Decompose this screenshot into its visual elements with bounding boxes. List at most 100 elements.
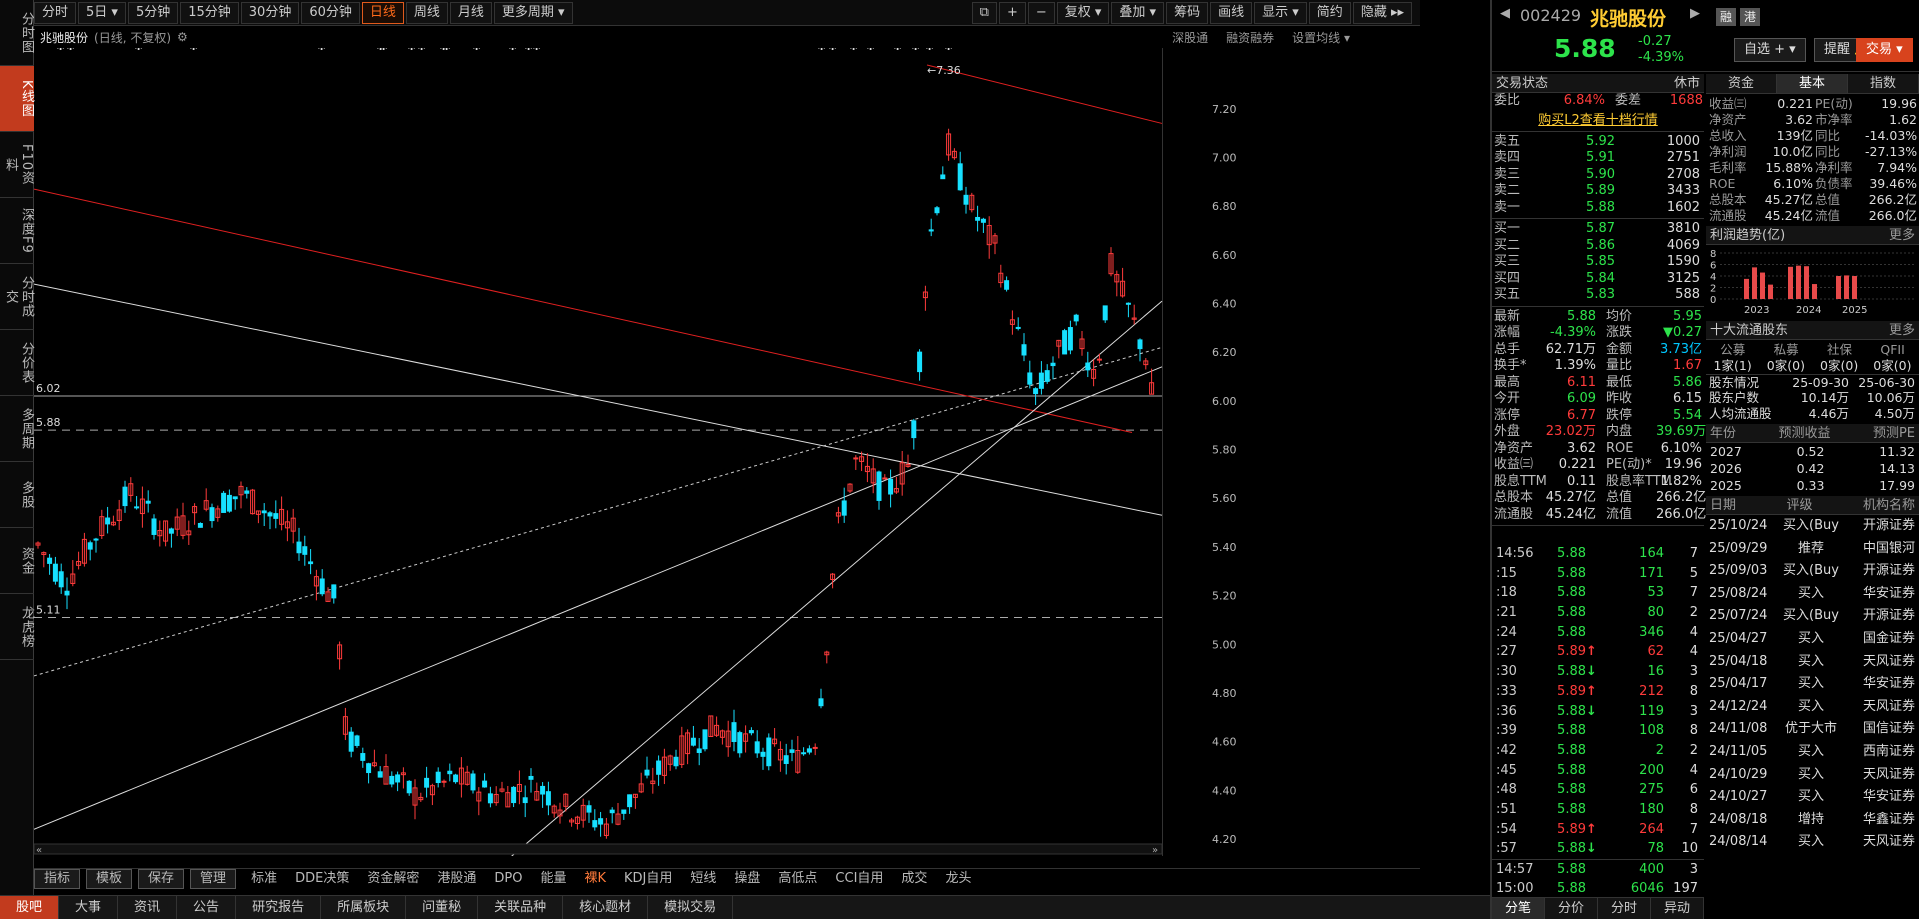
stat-label: ROE <box>1606 440 1634 456</box>
indicator-tab-9[interactable]: 能量 <box>531 870 575 888</box>
indicator-tab-0[interactable]: 指标 <box>34 868 81 889</box>
sidebar-item-4[interactable]: 分时成交 <box>0 264 34 330</box>
period-button-9[interactable]: 更多周期 ▾ <box>493 1 573 24</box>
toolbar-right-button-7[interactable]: 显示 ▾ <box>1254 2 1307 24</box>
toolbar-right-button-5[interactable]: 筹码 <box>1166 2 1209 24</box>
indicator-tab-17[interactable]: 龙头 <box>936 870 980 888</box>
nav-item-9[interactable]: 模拟交易 <box>648 895 734 919</box>
fund-tab-0[interactable]: 资金 <box>1706 74 1777 93</box>
candle <box>737 730 743 758</box>
candle <box>592 809 598 831</box>
period-button-6[interactable]: 日线 <box>361 1 404 24</box>
sidebar-item-0[interactable]: 分时图 <box>0 0 34 66</box>
candle <box>708 715 714 737</box>
sidebar-item-2[interactable]: F10资料 <box>0 132 34 198</box>
toolbar-right-button-6[interactable]: 画线 <box>1210 2 1253 24</box>
indicator-tab-8[interactable]: DPO <box>485 870 531 888</box>
period-button-1[interactable]: 5日 ▾ <box>78 1 126 24</box>
fund-tab-2[interactable]: 指数 <box>1848 74 1919 93</box>
indicator-tab-5[interactable]: DDE决策 <box>286 870 358 888</box>
stat-value: 6.10% <box>1660 440 1702 456</box>
candle <box>1114 270 1120 297</box>
tick-tab-3[interactable]: 异动 <box>1651 898 1704 919</box>
sidebar-item-9[interactable]: 龙虎榜 <box>0 594 34 660</box>
chart-header-link-0[interactable]: 深股通 <box>1172 29 1208 46</box>
indicator-tab-15[interactable]: CCI自用 <box>826 870 892 888</box>
toolbar-right-button-1[interactable]: + <box>998 2 1026 24</box>
fund-value: 1.62 <box>1889 112 1917 127</box>
fund-tab-1[interactable]: 基本 <box>1777 74 1848 93</box>
period-button-7[interactable]: 周线 <box>405 1 448 24</box>
sidebar-item-8[interactable]: 资金 <box>0 528 34 594</box>
candle <box>371 749 377 768</box>
period-button-0[interactable]: 分时 <box>34 1 77 24</box>
indicator-tab-11[interactable]: KDJ自用 <box>615 870 681 888</box>
trade-button[interactable]: 交易 ▾ <box>1856 38 1913 62</box>
sidebar-item-7[interactable]: 多股 <box>0 462 34 528</box>
profit-more-link[interactable]: 更多 <box>1889 226 1915 244</box>
candle <box>464 765 470 786</box>
nav-item-2[interactable]: 资讯 <box>118 895 178 919</box>
candle-body <box>1085 362 1091 371</box>
nav-item-4[interactable]: 研究报告 <box>236 895 322 919</box>
nav-item-6[interactable]: 问董秘 <box>406 895 479 919</box>
prev-stock-icon[interactable]: ◀ <box>1500 6 1510 21</box>
l2-link[interactable]: 购买L2查看十档行情 <box>1538 110 1658 131</box>
event-star-icon: ✱ <box>442 48 451 53</box>
indicator-tab-7[interactable]: 港股通 <box>428 870 485 888</box>
period-button-4[interactable]: 30分钟 <box>240 1 300 24</box>
indicator-tab-3[interactable]: 管理 <box>190 868 237 889</box>
profit-bar <box>1768 284 1773 299</box>
indicator-tab-1[interactable]: 模板 <box>86 868 133 889</box>
candle-body <box>168 528 174 534</box>
indicator-tab-13[interactable]: 操盘 <box>725 870 769 888</box>
indicator-tab-4[interactable]: 标准 <box>242 870 286 888</box>
toolbar-right-button-2[interactable]: − <box>1027 2 1055 24</box>
sidebar-item-3[interactable]: 深度F9 <box>0 198 34 264</box>
candle <box>453 773 459 784</box>
indicator-tab-6[interactable]: 资金解密 <box>358 870 428 888</box>
toolbar-right-button-8[interactable]: 简约 <box>1308 2 1351 24</box>
tick-tab-0[interactable]: 分笔 <box>1492 898 1545 919</box>
sidebar-item-5[interactable]: 分价表 <box>0 330 34 396</box>
toolbar-right-button-3[interactable]: 复权 ▾ <box>1056 2 1110 24</box>
period-button-2[interactable]: 5分钟 <box>127 1 179 24</box>
tick-tab-2[interactable]: 分时 <box>1598 898 1651 919</box>
event-star-icon: ✱ <box>911 48 920 53</box>
indicator-tab-14[interactable]: 高低点 <box>769 870 826 888</box>
next-stock-icon[interactable]: ▶ <box>1690 6 1700 21</box>
nav-item-3[interactable]: 公告 <box>177 895 237 919</box>
nav-item-5[interactable]: 所属板块 <box>321 895 407 919</box>
indicator-tab-16[interactable]: 成交 <box>892 870 936 888</box>
indicator-tab-12[interactable]: 短线 <box>681 870 725 888</box>
indicator-tab-2[interactable]: 保存 <box>138 868 185 889</box>
toolbar-right-button-0[interactable]: ⧉ <box>971 2 997 24</box>
rating-value: 推荐 <box>1797 540 1824 556</box>
sidebar-item-6[interactable]: 多周期 <box>0 396 34 462</box>
period-button-5[interactable]: 60分钟 <box>301 1 360 24</box>
watchlist-button[interactable]: 自选 + ▾ <box>1734 38 1806 62</box>
period-button-8[interactable]: 月线 <box>449 1 492 24</box>
gear-icon[interactable]: ⚙ <box>177 30 188 44</box>
event-star-icon: ✱ <box>508 48 517 53</box>
right-panel: ◀ 002429 兆驰股份 ▶ 融 港 5.88 -0.27 -4.39% 自选 … <box>1490 0 1919 919</box>
nav-item-0[interactable]: 股吧 <box>0 895 60 919</box>
nav-item-1[interactable]: 大事 <box>59 895 119 919</box>
holders-info-value: 25-06-30 <box>1858 375 1915 390</box>
nav-item-7[interactable]: 关联品种 <box>478 895 564 919</box>
kline-chart[interactable]: 7.20 7.00 6.80 6.60 6.40 6.20 6.00 5.80 5.60 5.40… <box>34 48 1420 856</box>
holders-more-link[interactable]: 更多 <box>1889 321 1915 339</box>
period-button-3[interactable]: 15分钟 <box>180 1 239 24</box>
nav-item-8[interactable]: 核心题材 <box>563 895 649 919</box>
chart-header-link-2[interactable]: 设置均线 ▾ <box>1292 29 1350 46</box>
candle <box>911 418 917 450</box>
toolbar-right-button-4[interactable]: 叠加 ▾ <box>1111 2 1165 24</box>
indicator-tab-10[interactable]: 裸K <box>575 870 615 888</box>
rating-header: 日期 评级 机构名称 <box>1706 496 1919 515</box>
toolbar-right-button-9[interactable]: 隐藏 ▸▸ <box>1352 2 1412 24</box>
tick-tab-1[interactable]: 分价 <box>1545 898 1598 919</box>
sidebar-item-1[interactable]: K线图 <box>0 66 34 132</box>
rating-org: 中国银河 <box>1862 540 1915 556</box>
candle <box>795 736 801 774</box>
chart-header-link-1[interactable]: 融资融券 <box>1226 29 1274 46</box>
